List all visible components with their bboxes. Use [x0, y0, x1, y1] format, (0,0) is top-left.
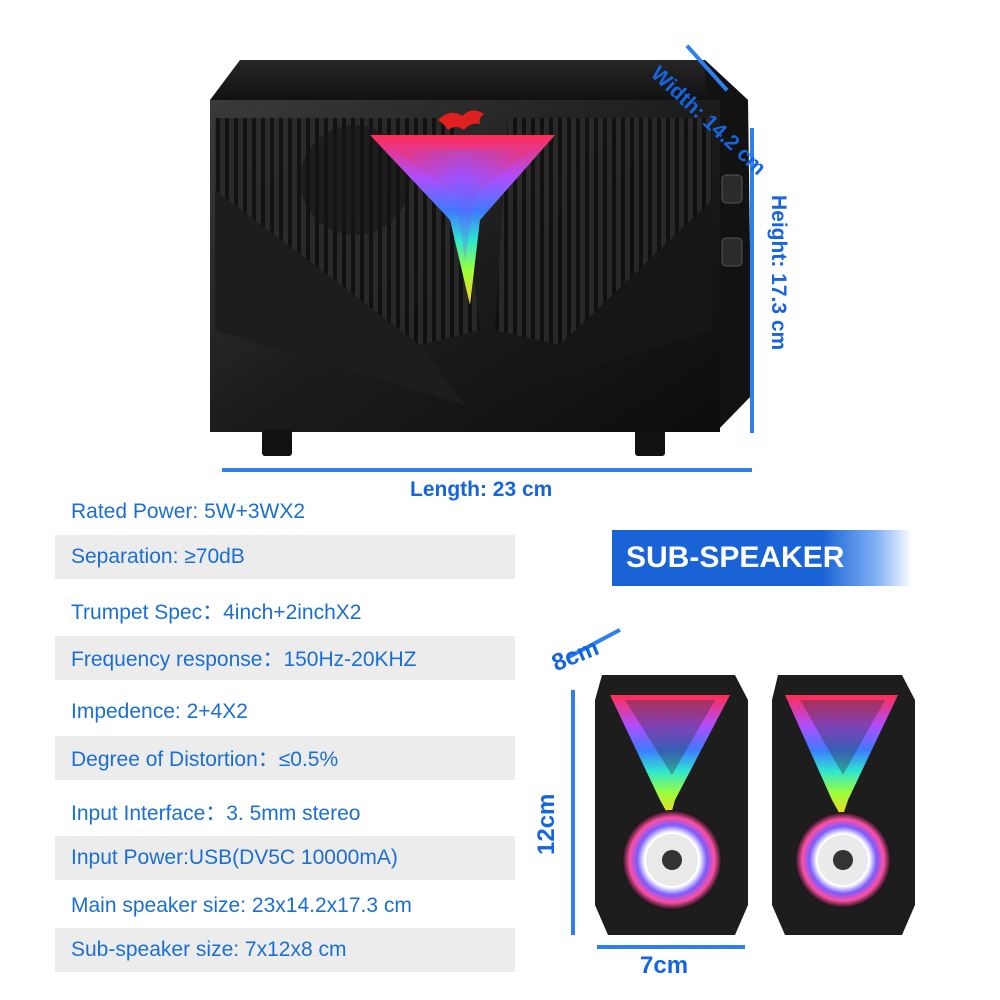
sub-height-label: 12cm: [533, 793, 560, 855]
spec-impedence: Impedence: 2+4X2: [71, 700, 248, 723]
main-speaker-image: [210, 60, 752, 456]
sub-width-line: [597, 945, 745, 949]
sub-speakers-image: [595, 675, 915, 935]
spec-trumpet: Trumpet Spec：4inch+2inchX2: [71, 601, 362, 624]
sub-height-line: [571, 690, 575, 935]
spec-sub-size: Sub-speaker size: 7x12x8 cm: [55, 928, 515, 972]
length-dimension-line: [222, 468, 752, 472]
spec-distortion: Degree of Distortion：≤0.5%: [55, 736, 515, 780]
spec-input-interface: Input Interface：3. 5mm stereo: [71, 802, 361, 825]
sub-width-label: 7cm: [640, 952, 689, 979]
sub-speaker-title: SUB-SPEAKER: [612, 530, 912, 586]
height-label: Height: 17.3 cm: [767, 195, 790, 351]
spec-frequency: Frequency response：150Hz-20KHZ: [55, 636, 515, 680]
spec-rated-power: Rated Power: 5W+3WX2: [71, 500, 306, 523]
spec-input-power: Input Power:USB(DV5C 10000mA): [55, 836, 515, 880]
spec-separation: Separation: ≥70dB: [55, 535, 515, 579]
spec-main-size: Main speaker size: 23x14.2x17.3 cm: [71, 894, 412, 917]
